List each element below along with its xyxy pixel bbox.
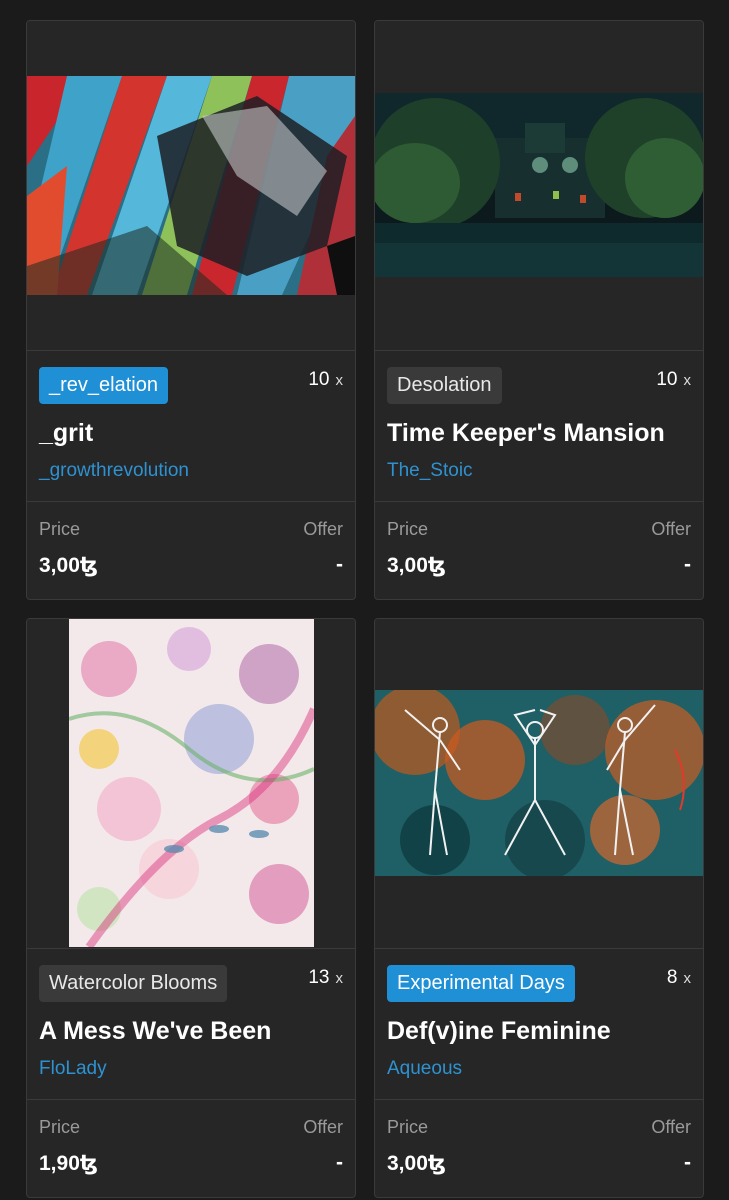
artwork-title[interactable]: A Mess We've Been bbox=[39, 1017, 271, 1046]
edition-count-value: 13 bbox=[308, 967, 330, 988]
divider bbox=[27, 948, 355, 949]
price-label: Price bbox=[387, 1117, 429, 1137]
edition-suffix: x bbox=[335, 372, 344, 389]
divider bbox=[375, 350, 703, 351]
artwork-image-night-mansion[interactable] bbox=[375, 93, 703, 277]
edition-count-value: 10 bbox=[656, 369, 678, 390]
artwork-image-dancing-figures[interactable] bbox=[375, 690, 703, 876]
divider bbox=[27, 1099, 355, 1100]
artwork-media[interactable] bbox=[27, 619, 355, 948]
offer-label: Offer bbox=[651, 519, 691, 539]
offer-value: - bbox=[336, 1151, 343, 1174]
offer-value: - bbox=[336, 553, 343, 576]
offer-label: Offer bbox=[651, 1117, 691, 1137]
edition-count: 8x bbox=[667, 967, 691, 989]
edition-count: 10 x bbox=[308, 369, 343, 391]
collection-tag[interactable]: Desolation bbox=[387, 367, 502, 404]
price-label: Price bbox=[39, 519, 81, 539]
artwork-title[interactable]: Def(v)ine Feminine bbox=[387, 1017, 611, 1046]
price-value: 3,00ꜩ bbox=[39, 554, 98, 577]
artwork-card[interactable]: Watercolor Blooms 13 x A Mess We've Been … bbox=[26, 618, 356, 1198]
divider bbox=[27, 501, 355, 502]
divider bbox=[375, 948, 703, 949]
price-value: 1,90ꜩ bbox=[39, 1152, 98, 1175]
artwork-card[interactable]: Desolation 10 x Time Keeper's Mansion The… bbox=[374, 20, 704, 600]
artist-link[interactable]: The_Stoic bbox=[387, 460, 473, 482]
artwork-image-watercolor-flowers[interactable] bbox=[69, 619, 314, 947]
edition-suffix: x bbox=[683, 372, 692, 389]
price-value: 3,00ꜩ bbox=[387, 1152, 446, 1175]
collection-tag[interactable]: _rev_elation bbox=[39, 367, 168, 404]
edition-suffix: x bbox=[335, 970, 344, 987]
artwork-card[interactable]: _rev_elation 10 x _grit _growthrevolution… bbox=[26, 20, 356, 600]
artwork-title[interactable]: _grit bbox=[39, 419, 93, 448]
divider bbox=[27, 350, 355, 351]
edition-count: 10 x bbox=[656, 369, 691, 391]
artwork-media[interactable] bbox=[375, 21, 703, 350]
edition-count: 13 x bbox=[308, 967, 343, 989]
artwork-title[interactable]: Time Keeper's Mansion bbox=[387, 419, 665, 448]
artwork-media[interactable] bbox=[375, 619, 703, 948]
edition-count-value: 8 bbox=[666, 967, 678, 988]
offer-value: - bbox=[684, 553, 691, 576]
price-value: 3,00ꜩ bbox=[387, 554, 446, 577]
offer-label: Offer bbox=[303, 1117, 343, 1137]
collection-tag[interactable]: Watercolor Blooms bbox=[39, 965, 228, 1002]
edition-count-value: 10 bbox=[308, 369, 330, 390]
offer-value: - bbox=[684, 1151, 691, 1174]
collection-tag[interactable]: Experimental Days bbox=[387, 965, 575, 1002]
artwork-image-abstract-paint[interactable] bbox=[27, 76, 355, 295]
divider bbox=[375, 1099, 703, 1100]
artist-link[interactable]: FloLady bbox=[39, 1058, 107, 1080]
price-label: Price bbox=[39, 1117, 81, 1137]
divider bbox=[375, 501, 703, 502]
price-label: Price bbox=[387, 519, 429, 539]
artwork-card[interactable]: Experimental Days 8x Def(v)ine Feminine … bbox=[374, 618, 704, 1198]
artwork-media[interactable] bbox=[27, 21, 355, 350]
artist-link[interactable]: _growthrevolution bbox=[39, 460, 189, 482]
artist-link[interactable]: Aqueous bbox=[387, 1058, 462, 1080]
offer-label: Offer bbox=[303, 519, 343, 539]
artwork-grid: _rev_elation 10 x _grit _growthrevolution… bbox=[26, 20, 704, 1198]
edition-suffix: x bbox=[683, 970, 692, 987]
